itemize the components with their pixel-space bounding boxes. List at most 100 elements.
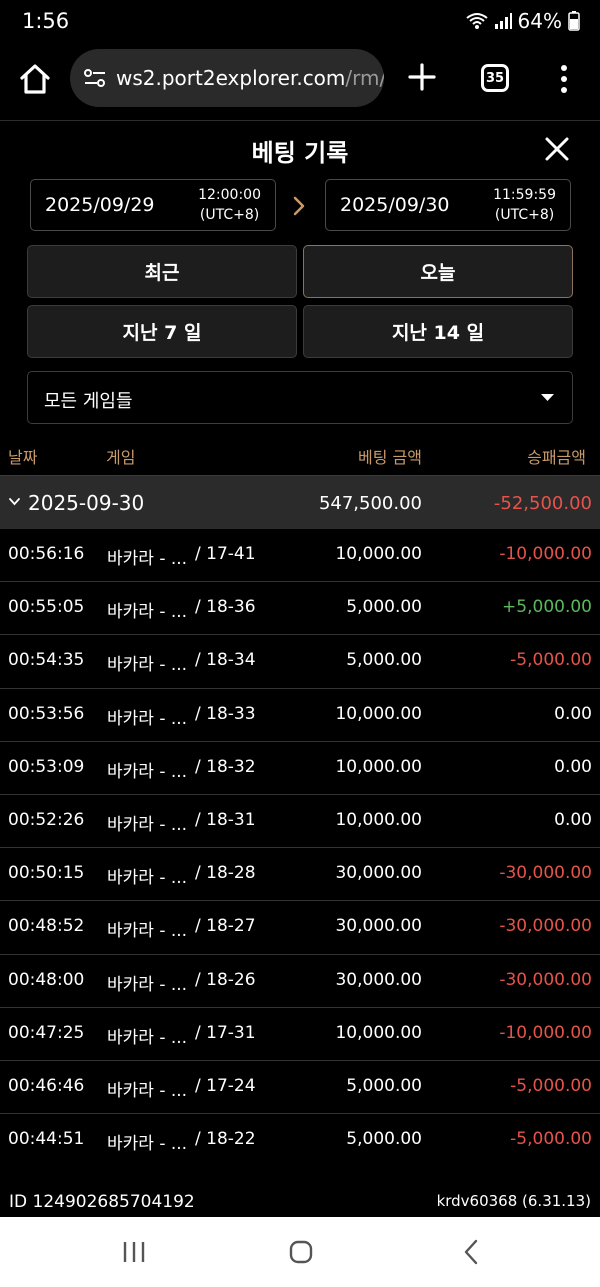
row-profit-loss: -10,000.00 (499, 1022, 592, 1043)
row-time: 00:53:09 (8, 756, 85, 777)
row-bet: 10,000.00 (335, 809, 422, 830)
row-game: 바카라 - ... (107, 708, 188, 729)
table-row[interactable]: 00:56:16 바카라 - ... / 17-41 10,000.00 -10… (0, 529, 600, 583)
row-time: 00:54:35 (8, 650, 85, 671)
row-bet: 30,000.00 (335, 863, 422, 884)
end-timezone: (UTC+8) (494, 207, 555, 223)
status-indicators: 64% (465, 9, 580, 33)
battery-percent: 64% (517, 9, 562, 33)
row-game: 바카라 - ... (107, 921, 188, 942)
row-time: 00:48:52 (8, 916, 85, 937)
url-text[interactable]: ws2.port2explorer.com/rm/ (116, 66, 384, 90)
column-header-profit-loss: 승패금액 (527, 448, 586, 467)
row-game: 바카라 - ... (107, 761, 188, 782)
row-round: / 17-41 (195, 544, 256, 564)
new-tab-icon[interactable] (405, 60, 439, 94)
tab-switcher-button[interactable]: 35 (481, 64, 509, 92)
modal-title: 베팅 기록 (251, 139, 349, 167)
row-time: 00:50:15 (8, 863, 85, 884)
start-timezone: (UTC+8) (199, 207, 260, 223)
row-time: 00:53:56 (8, 703, 85, 724)
game-filter-select[interactable]: 모든 게임들 (27, 371, 573, 424)
chevron-down-icon (9, 498, 20, 506)
row-time: 00:56:16 (8, 544, 85, 564)
row-bet: 10,000.00 (335, 756, 422, 777)
row-time: 00:52:26 (8, 809, 85, 830)
row-time: 00:47:25 (8, 1022, 85, 1043)
table-row[interactable]: 00:54:35 바카라 - ... / 18-34 5,000.00 -5,0… (0, 635, 600, 689)
address-bar[interactable]: ws2.port2explorer.com/rm/ (70, 49, 384, 107)
row-profit-loss: 0.00 (554, 703, 592, 724)
row-round: / 17-31 (195, 1022, 256, 1043)
start-time-block: 12:00:00 (UTC+8) (198, 185, 261, 225)
filter-recent-button[interactable]: 최근 (27, 245, 297, 298)
status-bar: 1:56 64% (0, 0, 600, 44)
table-header: 날짜 게임 베팅 금액 승패금액 (0, 444, 600, 474)
filter-last-14-days-button[interactable]: 지난 14 일 (303, 305, 573, 358)
table-row[interactable]: 00:53:09 바카라 - ... / 18-32 10,000.00 0.0… (0, 742, 600, 795)
filter-last-7-days-button[interactable]: 지난 7 일 (27, 305, 297, 358)
back-icon[interactable] (462, 1239, 480, 1265)
column-header-date: 날짜 (8, 448, 38, 467)
site-settings-icon[interactable] (82, 65, 108, 91)
row-game: 바카라 - ... (107, 1134, 188, 1155)
row-bet: 5,000.00 (346, 597, 422, 618)
table-row[interactable]: 00:53:56 바카라 - ... / 18-33 10,000.00 0.0… (0, 689, 600, 742)
start-date-picker[interactable]: 2025/09/29 12:00:00 (UTC+8) (30, 179, 276, 231)
row-time: 00:46:46 (8, 1075, 85, 1096)
toolbar-divider (0, 120, 600, 121)
row-bet: 10,000.00 (335, 1022, 422, 1043)
row-round: / 18-22 (195, 1129, 256, 1150)
end-date-picker[interactable]: 2025/09/30 11:59:59 (UTC+8) (325, 179, 571, 231)
row-game: 바카라 - ... (107, 814, 188, 835)
row-game: 바카라 - ... (107, 1080, 188, 1101)
wifi-icon (465, 13, 488, 29)
row-bet: 10,000.00 (335, 544, 422, 564)
row-round: / 18-27 (195, 916, 256, 937)
row-round: / 18-33 (195, 703, 256, 724)
row-bet: 10,000.00 (335, 703, 422, 724)
row-game: 바카라 - ... (107, 1027, 188, 1048)
table-row[interactable]: 00:48:52 바카라 - ... / 18-27 30,000.00 -30… (0, 901, 600, 955)
row-bet: 5,000.00 (346, 650, 422, 671)
start-date: 2025/09/29 (45, 194, 155, 216)
more-options-icon[interactable] (552, 62, 576, 96)
filter-today-button[interactable]: 오늘 (303, 245, 573, 298)
row-profit-loss: -30,000.00 (499, 969, 592, 990)
row-round: / 18-26 (195, 969, 256, 990)
account-id: ID 124902685704192 (9, 1192, 195, 1212)
group-profit-loss-total: -52,500.00 (493, 493, 592, 514)
url-path: /rm/ (345, 66, 384, 90)
start-time: 12:00:00 (198, 187, 261, 203)
row-time: 00:55:05 (8, 597, 85, 618)
table-row[interactable]: 00:52:26 바카라 - ... / 18-31 10,000.00 0.0… (0, 795, 600, 849)
system-nav-bar (0, 1217, 600, 1287)
row-profit-loss: -5,000.00 (510, 1075, 592, 1096)
row-round: / 18-32 (195, 756, 256, 777)
status-time: 1:56 (22, 9, 70, 33)
row-time: 00:44:51 (8, 1129, 85, 1150)
table-row[interactable]: 00:48:00 바카라 - ... / 18-26 30,000.00 -30… (0, 955, 600, 1008)
table-row[interactable]: 00:55:05 바카라 - ... / 18-36 5,000.00 +5,0… (0, 582, 600, 636)
recent-apps-icon[interactable] (122, 1241, 146, 1263)
bet-rows: 00:56:16 바카라 - ... / 17-41 10,000.00 -10… (0, 529, 600, 1167)
row-profit-loss: -30,000.00 (499, 863, 592, 884)
row-profit-loss: -30,000.00 (499, 916, 592, 937)
home-nav-icon[interactable] (289, 1240, 313, 1264)
row-round: / 18-31 (195, 809, 256, 830)
row-bet: 30,000.00 (335, 916, 422, 937)
row-bet: 5,000.00 (346, 1129, 422, 1150)
row-profit-loss: 0.00 (554, 756, 592, 777)
row-game: 바카라 - ... (107, 602, 188, 623)
table-row[interactable]: 00:44:51 바카라 - ... / 18-22 5,000.00 -5,0… (0, 1114, 600, 1167)
table-row[interactable]: 00:47:25 바카라 - ... / 17-31 10,000.00 -10… (0, 1008, 600, 1061)
table-row[interactable]: 00:46:46 바카라 - ... / 17-24 5,000.00 -5,0… (0, 1061, 600, 1115)
home-icon[interactable] (18, 62, 52, 96)
row-bet: 30,000.00 (335, 969, 422, 990)
table-row[interactable]: 00:50:15 바카라 - ... / 18-28 30,000.00 -30… (0, 848, 600, 902)
column-header-game: 게임 (106, 448, 136, 467)
close-icon[interactable] (543, 135, 571, 163)
date-group-row[interactable]: 2025-09-30 547,500.00 -52,500.00 (0, 475, 600, 529)
row-bet: 5,000.00 (346, 1075, 422, 1096)
caret-down-icon (541, 394, 554, 401)
